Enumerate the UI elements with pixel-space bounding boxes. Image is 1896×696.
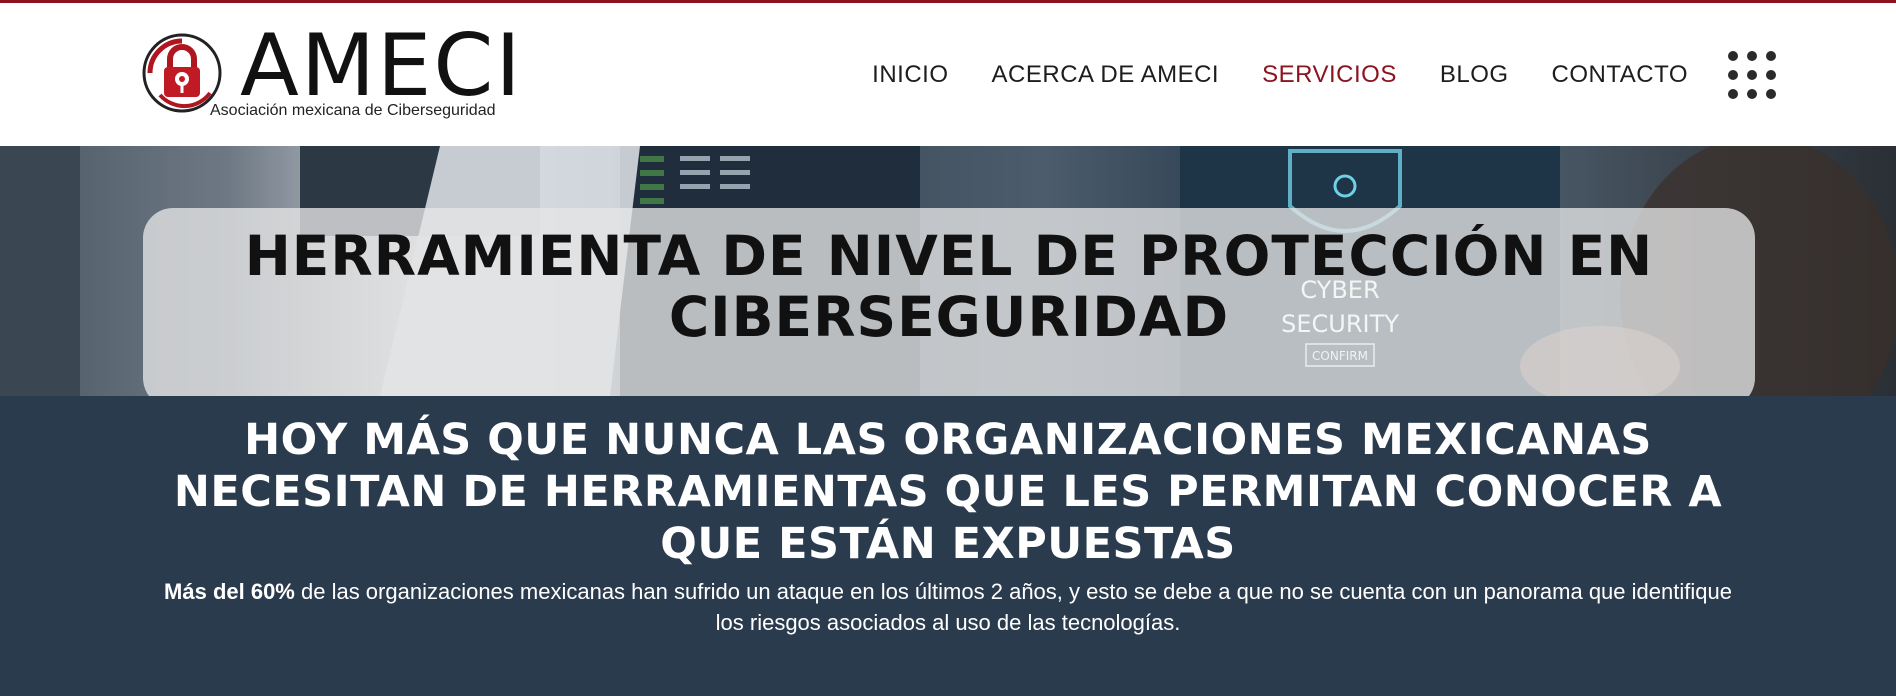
hero-image-text-confirm: CONFIRM	[1312, 349, 1368, 363]
nav-item-acerca[interactable]: ACERCA DE AMECI	[992, 61, 1220, 89]
grid-menu-icon[interactable]	[1728, 51, 1776, 99]
intro-section: HOY MÁS QUE NUNCA LAS ORGANIZACIONES MEX…	[0, 396, 1896, 696]
intro-paragraph: Más del 60% de las organizaciones mexica…	[160, 576, 1736, 638]
hero-banner: CYBER SECURITY CONFIRM HERRAMIENTA DE NI…	[0, 146, 1896, 396]
logo-tagline: Asociación mexicana de Ciberseguridad	[210, 102, 496, 119]
hero-title: HERRAMIENTA DE NIVEL DE PROTECCIÓN EN CI…	[244, 224, 1654, 349]
intro-body-text: de las organizaciones mexicanas han sufr…	[294, 579, 1732, 635]
intro-heading: HOY MÁS QUE NUNCA LAS ORGANIZACIONES MEX…	[173, 415, 1723, 569]
intro-highlight: Más del 60%	[164, 579, 295, 604]
nav-item-blog[interactable]: BLOG	[1440, 61, 1509, 89]
logo-wordmark: AMECI	[240, 16, 523, 116]
nav-item-contacto[interactable]: CONTACTO	[1552, 61, 1688, 89]
nav-item-inicio[interactable]: INICIO	[872, 61, 948, 89]
site-header: AMECI Asociación mexicana de Ciberseguri…	[0, 3, 1896, 146]
nav-item-servicios[interactable]: SERVICIOS	[1262, 61, 1397, 89]
main-nav: INICIO ACERCA DE AMECI SERVICIOS BLOG CO…	[829, 51, 1776, 99]
ameci-logo[interactable]: AMECI Asociación mexicana de Ciberseguri…	[140, 23, 521, 127]
